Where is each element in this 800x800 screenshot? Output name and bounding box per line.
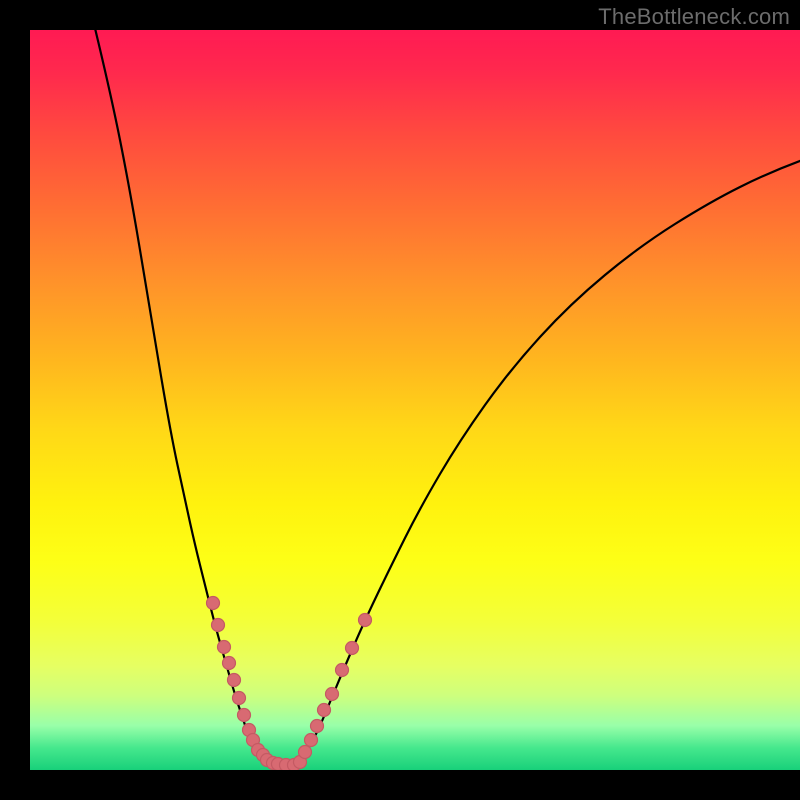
- scatter-dot: [311, 720, 324, 733]
- scatter-dot: [207, 597, 220, 610]
- scatter-dot: [233, 692, 246, 705]
- scatter-dot: [218, 641, 231, 654]
- scatter-dot: [318, 704, 331, 717]
- chart-svg: [30, 30, 800, 770]
- scatter-dot: [228, 674, 241, 687]
- right-curve-line: [298, 148, 800, 763]
- scatter-dot: [212, 619, 225, 632]
- scatter-dot: [299, 746, 312, 759]
- watermark-text: TheBottleneck.com: [598, 4, 790, 30]
- scatter-dots: [207, 597, 372, 771]
- plot-area: [30, 30, 800, 770]
- scatter-dot: [346, 642, 359, 655]
- stage: TheBottleneck.com: [0, 0, 800, 800]
- left-curve-line: [93, 30, 270, 762]
- scatter-dot: [326, 688, 339, 701]
- scatter-dot: [305, 734, 318, 747]
- scatter-dot: [336, 664, 349, 677]
- scatter-dot: [359, 614, 372, 627]
- scatter-dot: [238, 709, 251, 722]
- scatter-dot: [223, 657, 236, 670]
